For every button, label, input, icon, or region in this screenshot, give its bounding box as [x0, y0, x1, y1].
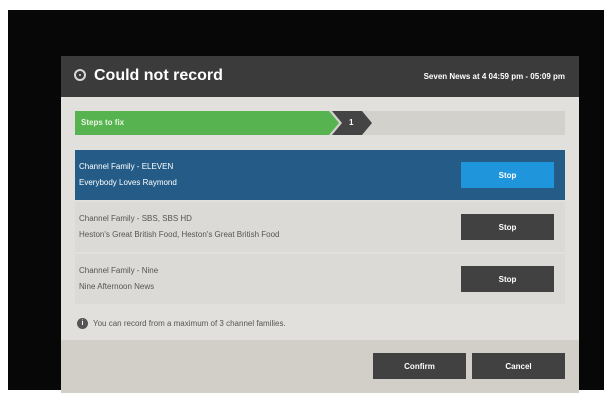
- channel-family-row-eleven[interactable]: Channel Family - ELEVEN Everybody Loves …: [75, 150, 565, 200]
- program-info: Seven News at 4 04:59 pm - 05:09 pm: [423, 72, 565, 81]
- confirm-button[interactable]: Confirm: [373, 353, 466, 379]
- dialog-header: Could not record Seven News at 4 04:59 p…: [61, 56, 579, 97]
- channel-family-row-nine[interactable]: Channel Family - Nine Nine Afternoon New…: [75, 254, 565, 304]
- cancel-button[interactable]: Cancel: [472, 353, 565, 379]
- tv-screen: Could not record Seven News at 4 04:59 p…: [8, 10, 604, 393]
- steps-progress-bar: Steps to fix 1: [75, 111, 565, 135]
- info-icon: i: [77, 318, 88, 329]
- info-text: You can record from a maximum of 3 chann…: [93, 319, 286, 328]
- stop-button[interactable]: Stop: [461, 214, 554, 240]
- channel-family-row-sbs[interactable]: Channel Family - SBS, SBS HD Heston's Gr…: [75, 202, 565, 252]
- channel-family-name: Channel Family - SBS, SBS HD: [79, 214, 192, 223]
- channel-family-programs: Nine Afternoon News: [79, 282, 155, 291]
- step-number: 1: [349, 118, 354, 127]
- steps-label: Steps to fix: [81, 118, 125, 127]
- channel-family-programs: Heston's Great British Food, Heston's Gr…: [79, 230, 280, 239]
- info-message: i You can record from a maximum of 3 cha…: [75, 316, 565, 332]
- channel-family-programs: Everybody Loves Raymond: [79, 178, 177, 187]
- channel-family-info: Channel Family - Nine Nine Afternoon New…: [79, 263, 158, 295]
- dialog-footer: Confirm Cancel: [61, 340, 579, 393]
- channel-family-name: Channel Family - Nine: [79, 266, 159, 275]
- dialog-title: Could not record: [94, 67, 223, 84]
- stop-button[interactable]: Stop: [461, 162, 554, 188]
- could-not-record-dialog: Could not record Seven News at 4 04:59 p…: [61, 56, 579, 393]
- channel-family-info: Channel Family - SBS, SBS HD Heston's Gr…: [79, 211, 279, 243]
- steps-label-segment: Steps to fix: [75, 111, 339, 135]
- stop-button[interactable]: Stop: [461, 266, 554, 292]
- channel-family-info: Channel Family - ELEVEN Everybody Loves …: [79, 159, 177, 191]
- channel-family-name: Channel Family - ELEVEN: [79, 162, 174, 171]
- record-icon: [74, 69, 86, 81]
